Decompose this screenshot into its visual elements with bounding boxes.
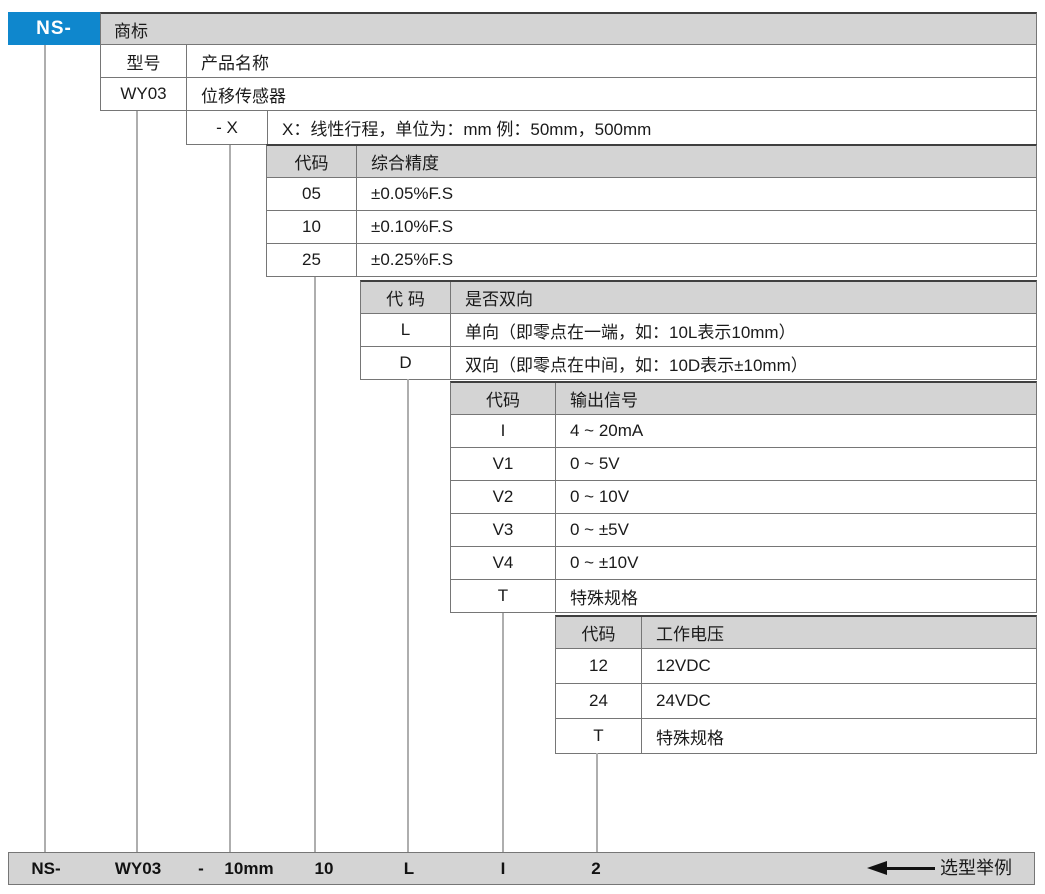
example-code-bar: NS- WY03 - 10mm 10 L I 2 选型举例	[8, 852, 1035, 885]
example-segment: WY03	[115, 853, 161, 884]
table-row: L 单向（即零点在一端，如：10L表示10mm）	[360, 314, 1037, 347]
accuracy-table-header: 代码 综合精度	[266, 144, 1037, 178]
output-table-header: 代码 输出信号	[450, 381, 1037, 415]
table-row: V2 0 ~ 10V	[450, 481, 1037, 514]
direction-value-header: 是否双向	[465, 285, 533, 310]
product-name: 位移传感器	[201, 82, 286, 107]
model-code-cell: WY03	[101, 78, 187, 110]
connector-line	[44, 45, 46, 852]
connector-line	[229, 145, 231, 852]
series-prefix-label: NS-	[36, 18, 72, 40]
table-row: D 双向（即零点在中间，如：10D表示±10mm）	[360, 347, 1037, 380]
output-signal-table: 代码 输出信号 I 4 ~ 20mA V1 0 ~ 5V V2 0 ~ 10V …	[450, 381, 1037, 613]
accuracy-value-header: 综合精度	[371, 149, 439, 174]
voltage-table-header: 代码 工作电压	[555, 615, 1037, 649]
product-label: 产品名称	[201, 49, 269, 74]
example-segment: 10mm	[224, 853, 273, 884]
table-row: 24 24VDC	[555, 684, 1037, 719]
example-bar-label: 选型举例	[940, 853, 1012, 884]
example-segment: 10	[315, 853, 334, 884]
trademark-label: 商标	[114, 17, 148, 42]
series-prefix-box: NS-	[8, 12, 100, 45]
direction-table-header: 代 码 是否双向	[360, 280, 1037, 314]
connector-line	[596, 753, 598, 852]
model-label-cell: 型号	[101, 45, 187, 77]
left-arrow-icon	[867, 861, 887, 875]
model-selection-diagram: NS- 商标 型号 产品名称 WY03 位移传感器 - X X：线性行程，单位为…	[0, 0, 1045, 894]
table-row: V1 0 ~ 5V	[450, 448, 1037, 481]
accuracy-table: 代码 综合精度 05 ±0.05%F.S 10 ±0.10%F.S 25 ±0.…	[266, 144, 1037, 277]
table-row: V3 0 ~ ±5V	[450, 514, 1037, 547]
trademark-header: 商标	[100, 12, 1037, 45]
table-row: T 特殊规格	[555, 719, 1037, 754]
stroke-desc: X：线性行程，单位为：mm 例：50mm，500mm	[282, 115, 651, 140]
accuracy-code-header: 代码	[295, 149, 329, 174]
model-header-row: 型号 产品名称	[100, 44, 1037, 78]
product-label-cell: 产品名称	[187, 45, 1036, 77]
output-code-header: 代码	[486, 386, 520, 411]
model-label: 型号	[127, 49, 161, 74]
output-value-header: 输出信号	[570, 386, 638, 411]
connector-line	[502, 613, 504, 852]
stroke-desc-cell: X：线性行程，单位为：mm 例：50mm，500mm	[268, 111, 1036, 144]
example-segment: NS-	[31, 853, 60, 884]
voltage-value-header: 工作电压	[656, 620, 724, 645]
example-segment: L	[404, 853, 414, 884]
stroke-code-cell: - X	[187, 111, 268, 144]
table-row: T 特殊规格	[450, 580, 1037, 613]
example-segment: 2	[591, 853, 600, 884]
direction-code-header: 代 码	[386, 285, 425, 310]
arrow-shaft	[885, 867, 935, 870]
table-row: 05 ±0.05%F.S	[266, 178, 1037, 211]
connector-line	[407, 379, 409, 852]
table-row: 10 ±0.10%F.S	[266, 211, 1037, 244]
example-segment: -	[198, 853, 204, 884]
model-value-row: WY03 位移传感器	[100, 77, 1037, 111]
voltage-table: 代码 工作电压 12 12VDC 24 24VDC T 特殊规格	[555, 615, 1037, 754]
table-row: I 4 ~ 20mA	[450, 415, 1037, 448]
connector-line	[314, 277, 316, 852]
table-row: V4 0 ~ ±10V	[450, 547, 1037, 580]
table-row: 12 12VDC	[555, 649, 1037, 684]
voltage-code-header: 代码	[582, 620, 616, 645]
example-segment: I	[501, 853, 506, 884]
stroke-code: - X	[216, 118, 238, 138]
table-row: 25 ±0.25%F.S	[266, 244, 1037, 277]
direction-table: 代 码 是否双向 L 单向（即零点在一端，如：10L表示10mm） D 双向（即…	[360, 280, 1037, 380]
product-name-cell: 位移传感器	[187, 78, 1036, 110]
connector-line	[136, 111, 138, 852]
model-code: WY03	[120, 84, 166, 104]
stroke-row: - X X：线性行程，单位为：mm 例：50mm，500mm	[186, 110, 1037, 145]
